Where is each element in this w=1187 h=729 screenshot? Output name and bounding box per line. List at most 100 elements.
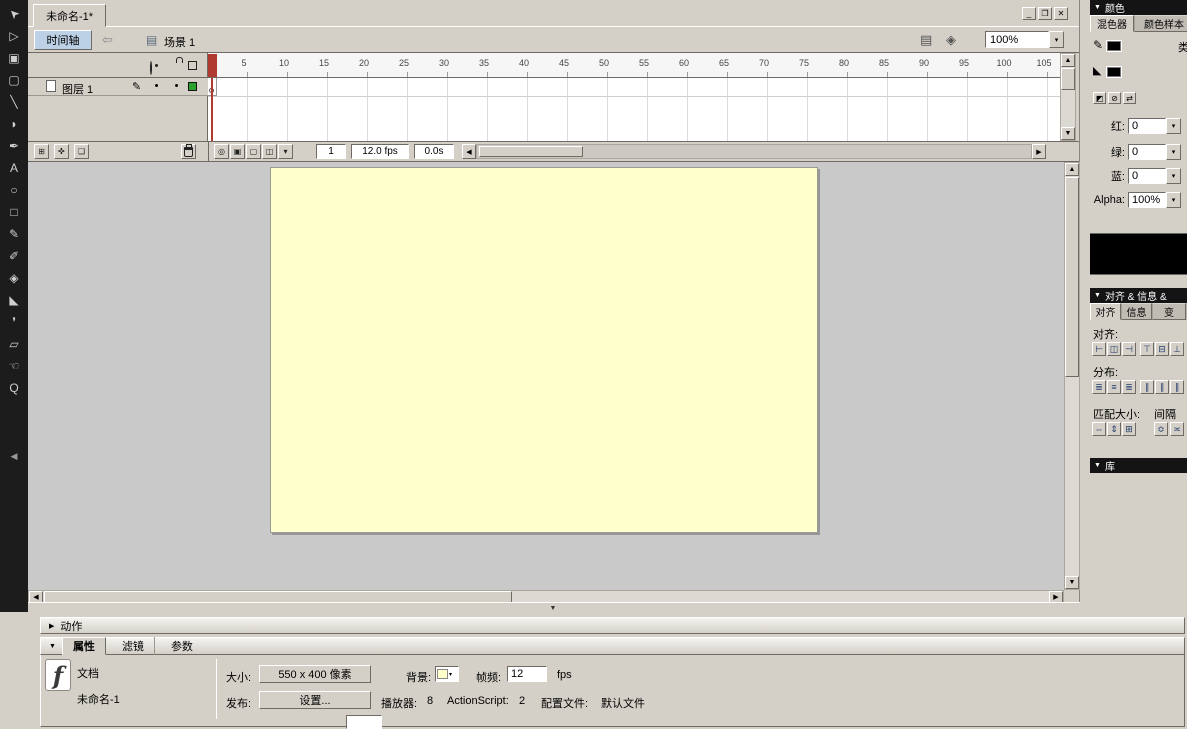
modify-onion-markers-button[interactable]: ▾ — [278, 144, 293, 159]
layer-visibility-dot[interactable]: • — [150, 79, 163, 93]
ruler-frame-20[interactable]: 20 — [352, 58, 376, 68]
timeline-hscroll-thumb[interactable] — [479, 146, 583, 157]
frame-rate-indicator[interactable]: 12.0 fps — [351, 144, 409, 159]
timeline-ruler[interactable]: 5 10 15 20 25 30 35 40 45 50 55 60 65 70… — [208, 53, 1060, 78]
splitter-handle-icon[interactable]: ▼ — [543, 604, 563, 612]
selection-tool[interactable]: ➤ — [2, 4, 26, 24]
ruler-frame-60[interactable]: 60 — [672, 58, 696, 68]
eraser-tool[interactable]: ▱ — [2, 334, 26, 354]
publish-settings-button[interactable]: 设置... — [259, 691, 371, 709]
gradient-transform-tool[interactable]: ▢ — [2, 70, 26, 90]
distribute-right-button[interactable]: ∥ — [1170, 380, 1184, 394]
distribute-bottom-button[interactable]: ≣ — [1122, 380, 1136, 394]
insert-layer-folder-button[interactable]: ❏ — [74, 144, 89, 159]
ruler-frame-40[interactable]: 40 — [512, 58, 536, 68]
tab-properties[interactable]: 属性 — [61, 637, 106, 655]
stroke-color-swatch[interactable] — [1106, 40, 1122, 52]
add-motion-guide-button[interactable]: ✜ — [54, 144, 69, 159]
distribute-top-button[interactable]: ≣ — [1092, 380, 1106, 394]
tab-align[interactable]: 对齐 — [1090, 303, 1121, 320]
timeline-scroll-thumb[interactable] — [1061, 68, 1075, 90]
edit-symbol-icon[interactable]: ◈ — [946, 32, 956, 48]
hand-tool[interactable]: ☜ — [2, 356, 26, 376]
ruler-frame-90[interactable]: 90 — [912, 58, 936, 68]
ruler-frame-55[interactable]: 55 — [632, 58, 656, 68]
red-slider-button[interactable]: ▾ — [1166, 118, 1181, 134]
ruler-frame-5[interactable]: 5 — [232, 58, 256, 68]
tab-transform[interactable]: 变 — [1152, 303, 1186, 320]
text-tool[interactable]: A — [2, 158, 26, 178]
ruler-frame-75[interactable]: 75 — [792, 58, 816, 68]
panel-splitter[interactable]: ▼ — [28, 602, 1080, 612]
tab-parameters[interactable]: 参数 — [161, 637, 203, 655]
eyedropper-tool[interactable]: ❜ — [2, 312, 26, 332]
line-tool[interactable]: ╲ — [2, 92, 26, 112]
ruler-frame-45[interactable]: 45 — [552, 58, 576, 68]
align-panel-header[interactable]: ▼ 对齐 & 信息 & — [1090, 288, 1187, 303]
timeline-scroll-right-button[interactable]: ▶ — [1032, 144, 1046, 159]
stage-vscroll-thumb[interactable] — [1065, 177, 1079, 377]
green-input[interactable]: 0 — [1128, 144, 1166, 160]
align-center-h-button[interactable]: ◫ — [1107, 342, 1121, 356]
ruler-frame-85[interactable]: 85 — [872, 58, 896, 68]
tab-info[interactable]: 信息 — [1121, 303, 1152, 320]
brush-tool[interactable]: ✐ — [2, 246, 26, 266]
framerate-input[interactable]: 12 — [507, 666, 547, 682]
back-arrow-icon[interactable]: ⇦ — [102, 32, 113, 48]
space-even-v-button[interactable]: ≎ — [1154, 422, 1168, 436]
distribute-center-v-button[interactable]: ≡ — [1107, 380, 1121, 394]
lasso-tool[interactable]: ◗ — [2, 114, 26, 134]
match-both-button[interactable]: ⊞ — [1122, 422, 1136, 436]
layer-outline-color-swatch[interactable] — [188, 82, 197, 91]
blue-input[interactable]: 0 — [1128, 168, 1166, 184]
align-center-v-button[interactable]: ⊟ — [1155, 342, 1169, 356]
alpha-slider-button[interactable]: ▾ — [1166, 192, 1181, 208]
onion-skin-outlines-button[interactable]: ▢ — [246, 144, 261, 159]
red-input[interactable]: 0 — [1128, 118, 1166, 134]
insert-layer-button[interactable]: ⊞ — [34, 144, 49, 159]
actions-panel-header[interactable]: ▶ 动作 — [40, 617, 1185, 634]
timeline-scroll-left-button[interactable]: ◀ — [462, 144, 476, 159]
minimize-button[interactable]: _ — [1022, 7, 1036, 20]
align-bottom-button[interactable]: ⊥ — [1170, 342, 1184, 356]
ruler-frame-25[interactable]: 25 — [392, 58, 416, 68]
color-panel-header[interactable]: ▼ 颜色 — [1090, 0, 1187, 15]
profile-value[interactable]: 默认文件 — [601, 695, 645, 711]
ink-bottle-tool[interactable]: ◈ — [2, 268, 26, 288]
match-height-button[interactable]: ⇕ — [1107, 422, 1121, 436]
zoom-level-input[interactable]: 100% — [985, 31, 1049, 48]
ruler-frame-65[interactable]: 65 — [712, 58, 736, 68]
library-panel-header[interactable]: ▼ 库 — [1090, 458, 1187, 473]
color-preview-swatch[interactable] — [1090, 233, 1187, 275]
timeline-vertical-scrollbar[interactable]: ▲ ▼ — [1060, 53, 1076, 141]
timeline-frames-area[interactable] — [208, 78, 1060, 141]
zoom-tool[interactable]: Q — [2, 378, 26, 398]
default-colors-button[interactable]: ◩ — [1093, 92, 1106, 104]
ruler-frame-15[interactable]: 15 — [312, 58, 336, 68]
ruler-frame-35[interactable]: 35 — [472, 58, 496, 68]
free-transform-tool[interactable]: ▣ — [2, 48, 26, 68]
current-frame-indicator[interactable]: 1 — [316, 144, 346, 159]
stage-scroll-up-button[interactable]: ▲ — [1065, 163, 1079, 176]
ruler-frame-10[interactable]: 10 — [272, 58, 296, 68]
layer-lock-dot[interactable]: • — [170, 79, 183, 93]
no-color-button[interactable]: ⊘ — [1108, 92, 1121, 104]
oval-tool[interactable]: ○ — [2, 180, 26, 200]
ruler-frame-80[interactable]: 80 — [832, 58, 856, 68]
rectangle-tool[interactable]: □ — [2, 202, 26, 222]
edit-multiple-frames-button[interactable]: ◫ — [262, 144, 277, 159]
tab-color-swatches[interactable]: 颜色样本 — [1134, 15, 1187, 32]
space-even-h-button[interactable]: ≍ — [1170, 422, 1184, 436]
ruler-frame-95[interactable]: 95 — [952, 58, 976, 68]
ruler-frame-105[interactable]: 105 — [1032, 58, 1056, 68]
align-right-button[interactable]: ⊣ — [1122, 342, 1136, 356]
stage-vertical-scrollbar[interactable]: ▲ ▼ — [1064, 162, 1080, 590]
timeline-hscroll-track[interactable] — [476, 144, 1032, 159]
align-top-button[interactable]: ⊤ — [1140, 342, 1154, 356]
ruler-frame-30[interactable]: 30 — [432, 58, 456, 68]
tab-color-mixer[interactable]: 混色器 — [1090, 15, 1134, 32]
tab-filters[interactable]: 滤镜 — [112, 637, 155, 655]
toolbar-collapse-arrow-icon[interactable]: ◀ — [0, 448, 28, 464]
align-left-button[interactable]: ⊢ — [1092, 342, 1106, 356]
pencil-tool[interactable]: ✎ — [2, 224, 26, 244]
